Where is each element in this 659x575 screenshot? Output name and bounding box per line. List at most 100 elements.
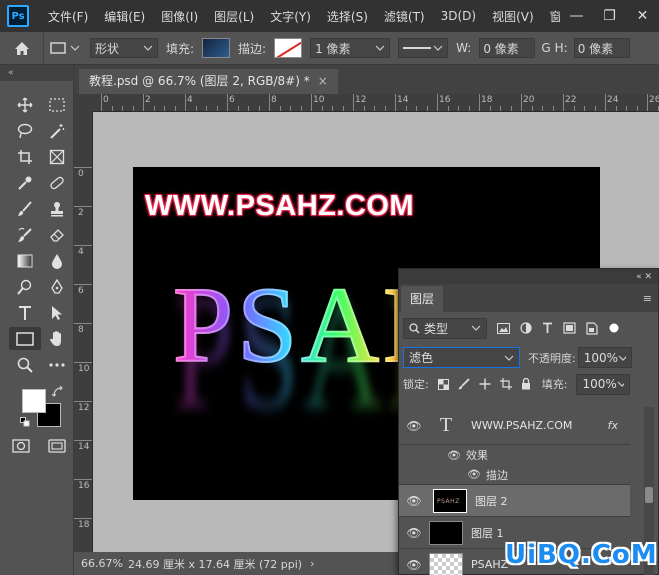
drop-icon <box>52 253 62 269</box>
lock-transparent-pixels-icon[interactable] <box>437 378 449 390</box>
zoom-level[interactable]: 66.67% <box>74 557 123 570</box>
swap-colors-icon[interactable] <box>52 386 64 398</box>
tab-layers[interactable]: 图层 <box>401 286 444 312</box>
fill-swatch[interactable] <box>202 38 231 58</box>
menu-image[interactable]: 图像(I) <box>153 8 206 25</box>
foreground-color[interactable] <box>22 389 46 413</box>
ruler-h-minor-tick <box>552 106 554 111</box>
smart-object-filter-icon[interactable] <box>586 321 598 335</box>
spot-healing-tool[interactable] <box>41 171 73 194</box>
visibility-eye-icon[interactable]: 👁 <box>467 468 481 481</box>
layer-filter-select[interactable]: 类型 <box>403 317 487 339</box>
horizontal-ruler[interactable]: 02468101214161820222426 <box>93 94 659 112</box>
ruler-h-minor-tick <box>321 106 323 111</box>
visibility-eye-icon[interactable]: 👁 <box>399 526 429 540</box>
menu-view[interactable]: 视图(V) <box>484 8 542 25</box>
ruler-h-minor-tick <box>542 106 543 111</box>
shape-mode-select[interactable]: 形状 <box>90 38 158 58</box>
gradient-tool[interactable] <box>9 249 41 272</box>
vertical-ruler[interactable]: 0 2 4 6 8 10 12 14 16 18 <box>74 112 93 552</box>
screen-mode-icon[interactable] <box>48 439 66 453</box>
ruler-origin[interactable] <box>74 94 93 112</box>
visibility-eye-icon[interactable]: 👁 <box>447 449 461 462</box>
path-selection-tool[interactable] <box>41 301 73 324</box>
visibility-eye-icon[interactable]: 👁 <box>399 494 429 508</box>
adjustment-layer-filter-icon[interactable] <box>520 322 532 334</box>
lasso-tool[interactable] <box>9 119 41 142</box>
blur-tool[interactable] <box>41 249 73 272</box>
rectangle-icon <box>16 331 34 346</box>
magic-wand-tool[interactable] <box>41 119 73 142</box>
fill-opacity-input[interactable]: 100% <box>576 373 631 395</box>
menu-layer[interactable]: 图层(L) <box>206 8 262 25</box>
menu-file[interactable]: 文件(F) <box>40 8 96 25</box>
tools-collapse-button[interactable]: « <box>0 65 73 81</box>
blend-mode-select[interactable]: 滤色 <box>403 347 520 368</box>
panel-collapse-controls[interactable]: « ✕ <box>399 269 658 284</box>
lock-all-icon[interactable] <box>521 378 531 390</box>
home-button[interactable] <box>0 32 44 64</box>
minimize-button[interactable]: — <box>560 8 593 24</box>
menu-type[interactable]: 文字(Y) <box>262 8 319 25</box>
lock-artboard-icon[interactable] <box>499 378 512 390</box>
scrollbar-thumb[interactable] <box>645 487 653 503</box>
frame-tool[interactable] <box>41 145 73 168</box>
edit-toolbar-button[interactable] <box>41 353 73 376</box>
lock-label: 锁定: <box>403 378 429 391</box>
crop-tool[interactable] <box>9 145 41 168</box>
type-tool[interactable] <box>9 301 41 324</box>
filter-toggle-icon[interactable] <box>608 322 620 334</box>
document-tab[interactable]: 教程.psd @ 66.7% (图层 2, RGB/8#) * × <box>79 69 338 94</box>
layer-row-text[interactable]: 👁 T WWW.PSAHZ.COM fx <box>399 407 630 445</box>
move-tool[interactable] <box>9 93 41 116</box>
ruler-v-tick <box>74 167 92 168</box>
dodge-tool[interactable] <box>9 275 41 298</box>
stroke-width-select[interactable]: 1 像素 <box>310 38 391 58</box>
menu-edit[interactable]: 编辑(E) <box>96 8 153 25</box>
rectangle-tool[interactable] <box>9 327 41 350</box>
lock-position-icon[interactable] <box>479 378 491 390</box>
pen-tool[interactable] <box>41 275 73 298</box>
visibility-eye-icon[interactable]: 👁 <box>399 558 429 572</box>
visibility-eye-icon[interactable]: 👁 <box>399 419 429 433</box>
panel-menu-icon[interactable]: ≡ <box>643 292 652 305</box>
hand-tool[interactable] <box>41 327 73 350</box>
width-input[interactable]: 0 像素 <box>479 38 536 58</box>
pixel-layer-filter-icon[interactable] <box>497 322 510 334</box>
ruler-v-label: 0 <box>78 169 84 179</box>
type-layer-filter-icon[interactable] <box>542 322 553 334</box>
ruler-h-minor-tick <box>458 106 459 111</box>
brush-tool[interactable] <box>9 197 41 220</box>
effects-row[interactable]: 👁 效果 <box>399 445 630 465</box>
opacity-input[interactable]: 100% <box>577 347 632 368</box>
menu-filter[interactable]: 滤镜(T) <box>376 8 433 25</box>
tool-preset-picker[interactable] <box>50 42 80 54</box>
shape-layer-filter-icon[interactable] <box>563 322 576 334</box>
layer-row-layer2[interactable]: 👁 PSAHZ 图层 2 <box>399 485 630 517</box>
crop-icon <box>18 149 32 164</box>
menu-3d[interactable]: 3D(D) <box>433 9 484 23</box>
status-menu-arrow[interactable]: › <box>310 557 314 570</box>
history-brush-tool[interactable] <box>9 223 41 246</box>
ruler-h-minor-tick <box>374 106 375 111</box>
stroke-swatch[interactable] <box>274 38 303 58</box>
ruler-h-minor-tick <box>332 106 333 111</box>
menu-select[interactable]: 选择(S) <box>319 8 376 25</box>
eyedropper-tool[interactable] <box>9 171 41 194</box>
marquee-tool[interactable] <box>41 93 73 116</box>
close-tab-icon[interactable]: × <box>318 74 328 88</box>
quick-mask-icon[interactable] <box>12 439 30 453</box>
default-colors-icon[interactable] <box>20 417 30 427</box>
stroke-type-select[interactable] <box>398 38 449 58</box>
clone-stamp-tool[interactable] <box>41 197 73 220</box>
layer-effects-badge[interactable]: fx <box>608 419 618 432</box>
stroke-effect-row[interactable]: 👁 描边 <box>399 465 630 485</box>
close-button[interactable]: ✕ <box>626 8 659 24</box>
zoom-tool[interactable] <box>9 353 41 376</box>
ruler-h-label: 18 <box>481 95 493 105</box>
lock-image-pixels-icon[interactable] <box>458 378 470 390</box>
height-input[interactable]: 0 像素 <box>573 38 630 58</box>
ruler-h-minor-tick <box>573 106 575 111</box>
eraser-tool[interactable] <box>41 223 73 246</box>
restore-button[interactable]: ❐ <box>593 8 626 24</box>
